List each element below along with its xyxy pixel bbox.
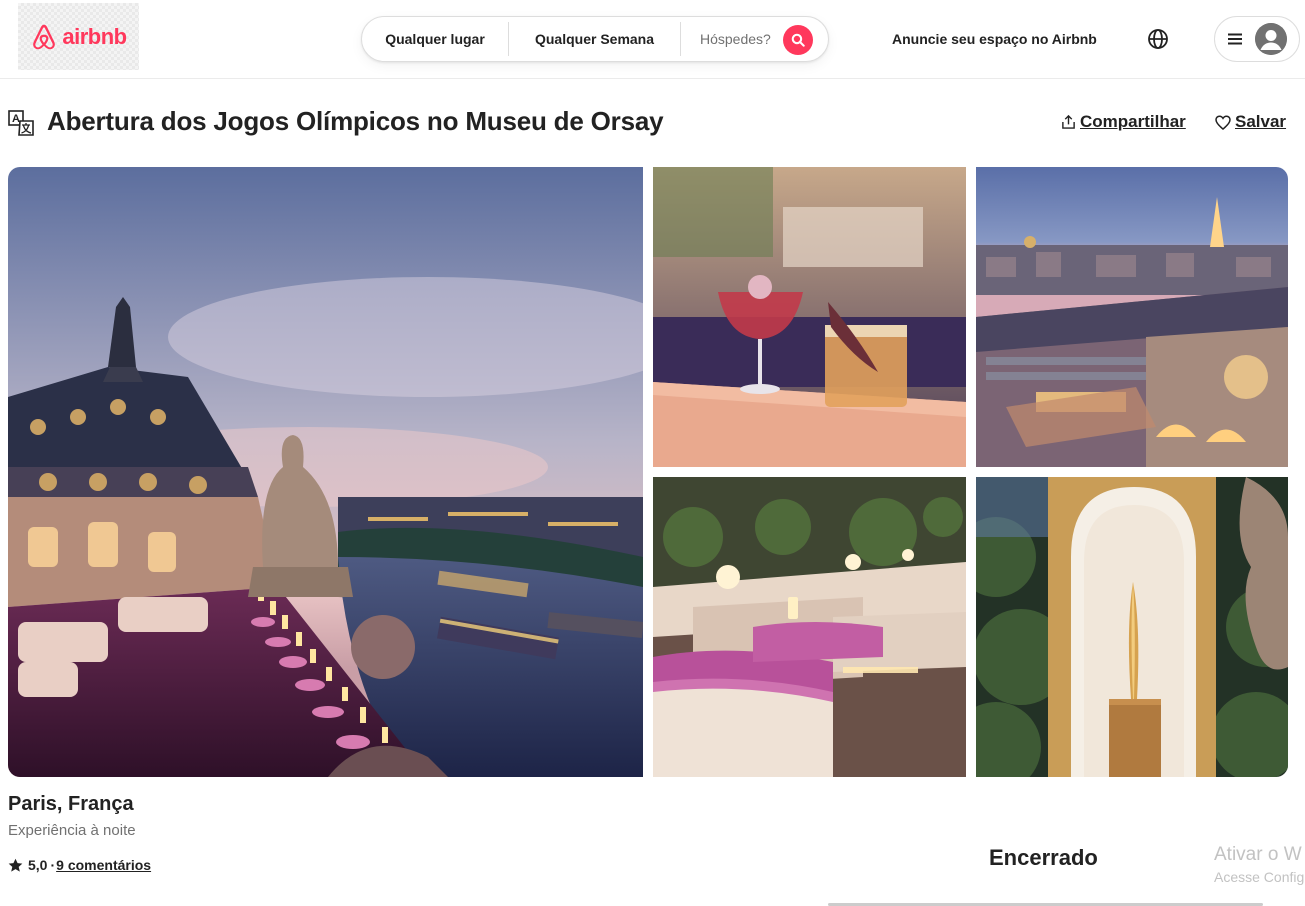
search-icon	[791, 33, 805, 47]
menu-icon	[1228, 33, 1242, 45]
rating-separator: ·	[50, 857, 56, 873]
search-week-button[interactable]: Qualquer Semana	[509, 22, 681, 56]
gallery-photo-cocktails[interactable]	[653, 167, 966, 467]
globe-icon[interactable]	[1146, 27, 1170, 51]
airbnb-logo-icon	[33, 24, 56, 49]
airbnb-logo[interactable]: airbnb	[18, 3, 139, 70]
page-title: Abertura dos Jogos Olímpicos no Museu de…	[47, 106, 664, 136]
search-bar[interactable]: Qualquer lugar Qualquer Semana Hóspedes?	[361, 16, 829, 62]
logo-text: airbnb	[62, 23, 127, 49]
status-label: Encerrado	[989, 845, 1098, 870]
gallery-photo-aerial[interactable]	[976, 167, 1288, 467]
listing-subtitle: Experiência à noite	[8, 822, 136, 839]
rating-row: 5,0 · 9 comentários	[8, 857, 151, 873]
windows-activation-subtitle: Acesse Config	[1214, 869, 1305, 885]
svg-text:A: A	[12, 113, 20, 125]
share-button[interactable]: Compartilhar	[1061, 112, 1186, 132]
gallery-photo-main[interactable]	[8, 167, 643, 777]
share-icon	[1062, 114, 1075, 129]
top-header: airbnb Qualquer lugar Qualquer Semana Hó…	[0, 0, 1305, 79]
listing-location: Paris, França	[8, 793, 134, 815]
user-menu-button[interactable]	[1214, 16, 1300, 62]
photo-gallery	[8, 167, 1288, 777]
star-icon	[8, 858, 23, 872]
search-submit-button[interactable]	[783, 25, 813, 55]
translate-icon[interactable]: A	[8, 110, 34, 136]
gallery-photo-torch[interactable]	[976, 477, 1288, 777]
share-label: Compartilhar	[1080, 112, 1186, 131]
heart-icon	[1215, 114, 1231, 130]
save-label: Salvar	[1235, 112, 1287, 131]
save-button[interactable]: Salvar	[1215, 112, 1286, 132]
reviews-link[interactable]: 9 comentários	[56, 857, 151, 873]
host-your-space-link[interactable]: Anuncie seu espaço no Airbnb	[880, 29, 1109, 49]
avatar-icon	[1255, 23, 1287, 55]
search-anywhere-button[interactable]: Qualquer lugar	[362, 22, 509, 56]
gallery-photo-lounge[interactable]	[653, 477, 966, 777]
windows-activation-title: Ativar o W	[1214, 844, 1302, 865]
rating-value: 5,0	[28, 857, 48, 873]
